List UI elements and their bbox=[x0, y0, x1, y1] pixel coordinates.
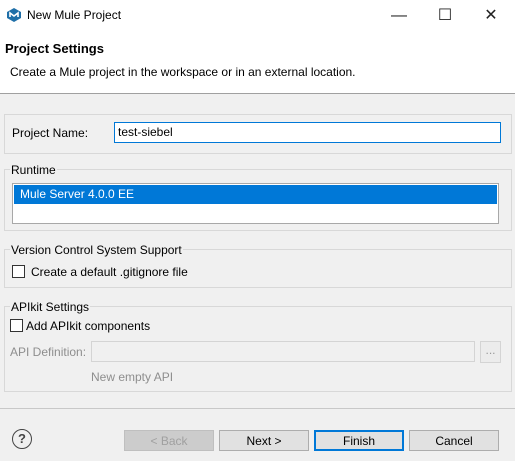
page-title: Project Settings bbox=[5, 41, 104, 56]
gitignore-label[interactable]: Create a default .gitignore file bbox=[31, 265, 188, 279]
page-description: Create a Mule project in the workspace o… bbox=[10, 65, 356, 79]
help-icon[interactable]: ? bbox=[12, 429, 32, 449]
title-bar: New Mule Project — ☐ ✕ bbox=[0, 0, 515, 31]
gitignore-checkbox[interactable] bbox=[12, 265, 25, 278]
footer-separator bbox=[0, 408, 515, 409]
project-name-input[interactable]: test-siebel bbox=[114, 122, 501, 143]
api-definition-label: API Definition: bbox=[10, 345, 87, 359]
minimize-button[interactable]: — bbox=[376, 0, 422, 31]
browse-button[interactable]: ... bbox=[480, 341, 501, 363]
apikit-group-title: APIkit Settings bbox=[10, 300, 91, 314]
project-name-label: Project Name: bbox=[12, 126, 89, 140]
add-apikit-checkbox[interactable] bbox=[10, 319, 23, 332]
close-button[interactable]: ✕ bbox=[468, 0, 514, 31]
back-button[interactable]: < Back bbox=[124, 430, 214, 451]
runtime-list[interactable]: Mule Server 4.0.0 EE bbox=[12, 183, 499, 224]
add-apikit-label[interactable]: Add APIkit components bbox=[26, 319, 150, 333]
mule-app-icon bbox=[7, 8, 21, 22]
wizard-header: Project Settings Create a Mule project i… bbox=[0, 31, 515, 94]
next-button[interactable]: Next > bbox=[219, 430, 309, 451]
finish-button[interactable]: Finish bbox=[314, 430, 404, 451]
api-definition-note: New empty API bbox=[91, 370, 174, 384]
runtime-group-title: Runtime bbox=[10, 163, 57, 177]
maximize-button[interactable]: ☐ bbox=[422, 0, 468, 31]
cancel-button[interactable]: Cancel bbox=[409, 430, 499, 451]
api-definition-input[interactable] bbox=[91, 341, 475, 362]
vcs-group-title: Version Control System Support bbox=[10, 243, 183, 257]
window-title: New Mule Project bbox=[27, 8, 122, 22]
runtime-item-mule-4[interactable]: Mule Server 4.0.0 EE bbox=[14, 185, 497, 204]
